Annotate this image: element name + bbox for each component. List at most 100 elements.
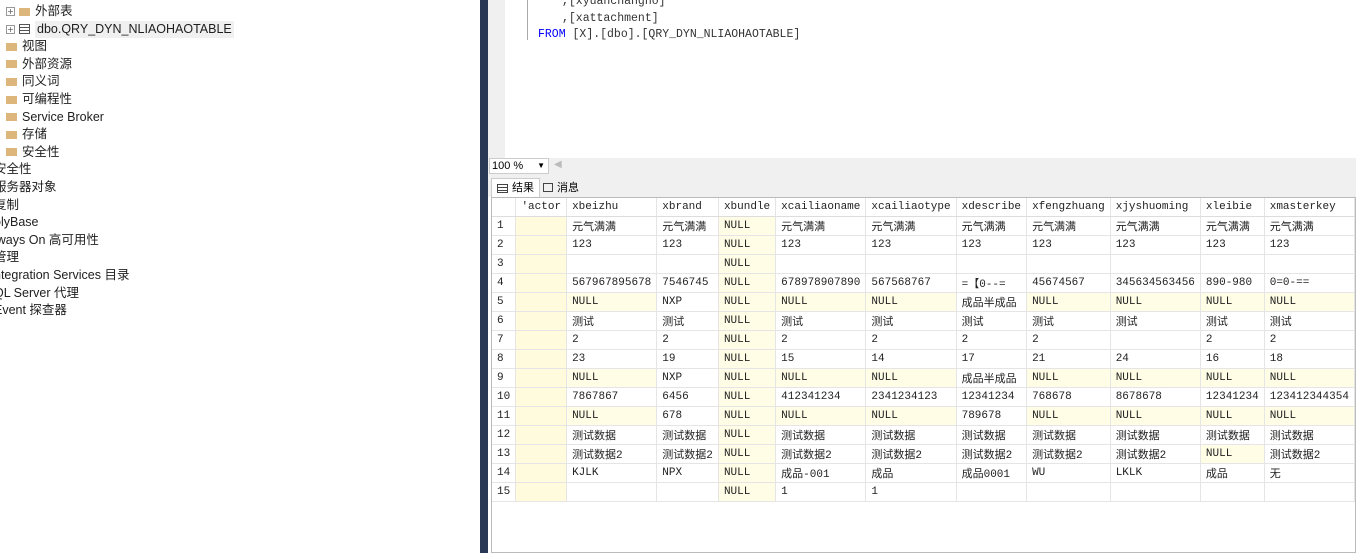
grid-cell[interactable]: NPX xyxy=(656,463,719,483)
grid-cell[interactable]: 测试 xyxy=(865,311,957,331)
grid-cell[interactable] xyxy=(656,254,719,274)
row-header-corner[interactable] xyxy=(492,198,517,217)
grid-cell[interactable]: 元气满满 xyxy=(566,216,658,236)
grid-cell[interactable]: 测试 xyxy=(1264,311,1355,331)
grid-cell[interactable]: 123 xyxy=(1026,235,1111,255)
grid-cell[interactable]: 成品0001 xyxy=(956,463,1028,483)
grid-cell[interactable]: 成品 xyxy=(1200,463,1265,483)
grid-cell[interactable]: NULL xyxy=(1264,292,1355,312)
grid-cell[interactable]: WU xyxy=(1026,463,1111,483)
grid-cell[interactable]: 测试数据2 xyxy=(656,444,719,464)
grid-cell[interactable] xyxy=(515,444,568,464)
grid-cell[interactable]: NULL xyxy=(865,292,957,312)
grid-cell[interactable]: 测试 xyxy=(1026,311,1111,331)
grid-cell[interactable]: 测试 xyxy=(566,311,658,331)
grid-cell[interactable]: 2 xyxy=(956,330,1028,350)
grid-cell[interactable] xyxy=(515,235,568,255)
grid-cell[interactable]: 测试数据2 xyxy=(865,444,957,464)
grid-cell[interactable]: 45674567 xyxy=(1026,273,1111,293)
grid-cell[interactable]: 无 xyxy=(1264,463,1355,483)
row-number[interactable]: 9 xyxy=(492,368,517,388)
tree-node[interactable]: Service Broker xyxy=(0,109,104,126)
grid-cell[interactable]: 元气满满 xyxy=(1026,216,1111,236)
grid-cell[interactable]: 23 xyxy=(566,349,658,369)
grid-cell[interactable]: 0=0-== xyxy=(1264,273,1355,293)
grid-cell[interactable]: NULL xyxy=(718,292,777,312)
grid-cell[interactable]: 2 xyxy=(865,330,957,350)
tree-node[interactable]: 服务器对象 xyxy=(0,179,57,196)
row-number[interactable]: 15 xyxy=(492,482,517,502)
grid-cell[interactable]: 测试数据 xyxy=(865,425,957,445)
grid-cell[interactable]: NULL xyxy=(1026,292,1111,312)
query-editor[interactable]: ,[xyuanchangno] ,[xattachment] FROM [X].… xyxy=(488,0,1356,158)
grid-cell[interactable]: NXP xyxy=(656,368,719,388)
row-number[interactable]: 1 xyxy=(492,216,517,236)
grid-cell[interactable]: 元气满满 xyxy=(865,216,957,236)
grid-cell[interactable]: 测试 xyxy=(956,311,1028,331)
tree-node[interactable]: 外部资源 xyxy=(0,56,72,73)
grid-cell[interactable]: KJLK xyxy=(566,463,658,483)
row-number[interactable]: 4 xyxy=(492,273,517,293)
grid-cell[interactable]: 678978907890 xyxy=(775,273,867,293)
grid-cell[interactable]: NULL xyxy=(1110,406,1201,426)
row-number[interactable]: 5 xyxy=(492,292,517,312)
column-header[interactable]: xbrand xyxy=(656,198,719,217)
column-header[interactable]: xcailiaotype xyxy=(865,198,957,217)
grid-cell[interactable]: NULL xyxy=(718,425,777,445)
grid-cell[interactable]: 测试数据 xyxy=(1200,425,1265,445)
grid-cell[interactable]: 测试数据2 xyxy=(1110,444,1201,464)
grid-cell[interactable]: NULL xyxy=(775,406,867,426)
grid-cell[interactable]: 测试数据2 xyxy=(775,444,867,464)
grid-cell[interactable]: 元气满满 xyxy=(1200,216,1265,236)
row-number[interactable]: 2 xyxy=(492,235,517,255)
grid-cell[interactable]: NULL xyxy=(1110,292,1201,312)
grid-cell[interactable]: NULL xyxy=(1110,368,1201,388)
grid-cell[interactable]: 12341234 xyxy=(956,387,1028,407)
row-number[interactable]: 10 xyxy=(492,387,517,407)
grid-cell[interactable] xyxy=(515,368,568,388)
grid-cell[interactable]: 元气满满 xyxy=(656,216,719,236)
grid-cell[interactable]: 15 xyxy=(775,349,867,369)
grid-cell[interactable]: 6456 xyxy=(656,387,719,407)
column-header[interactable]: xmasterkey xyxy=(1264,198,1355,217)
grid-cell[interactable] xyxy=(515,387,568,407)
grid-cell[interactable]: NULL xyxy=(566,406,658,426)
tree-node[interactable]: 复制 xyxy=(0,197,19,214)
grid-cell[interactable] xyxy=(1026,482,1111,502)
grid-cell[interactable]: 678 xyxy=(656,406,719,426)
grid-cell[interactable]: 测试数据2 xyxy=(566,444,658,464)
tree-node[interactable]: 可编程性 xyxy=(0,91,72,108)
grid-cell[interactable] xyxy=(515,273,568,293)
grid-cell[interactable]: 2 xyxy=(1264,330,1355,350)
grid-cell[interactable]: NULL xyxy=(718,463,777,483)
grid-cell[interactable] xyxy=(1110,330,1201,350)
grid-cell[interactable]: NULL xyxy=(775,292,867,312)
grid-cell[interactable] xyxy=(515,406,568,426)
tree-node[interactable]: 视图 xyxy=(0,38,47,55)
grid-cell[interactable]: NULL xyxy=(718,273,777,293)
grid-cell[interactable]: 768678 xyxy=(1026,387,1111,407)
tab-messages[interactable]: 消息 xyxy=(538,178,584,197)
expand-icon[interactable]: + xyxy=(6,7,15,16)
grid-cell[interactable] xyxy=(956,482,1028,502)
grid-cell[interactable] xyxy=(515,349,568,369)
column-header[interactable]: xfengzhuang xyxy=(1026,198,1111,217)
grid-cell[interactable]: 成品 xyxy=(865,463,957,483)
expand-icon[interactable]: + xyxy=(6,24,15,34)
grid-cell[interactable]: 测试 xyxy=(1200,311,1265,331)
row-number[interactable]: 6 xyxy=(492,311,517,331)
grid-cell[interactable]: 18 xyxy=(1264,349,1355,369)
grid-cell[interactable]: 24 xyxy=(1110,349,1201,369)
grid-cell[interactable] xyxy=(515,463,568,483)
grid-cell[interactable] xyxy=(515,330,568,350)
tree-node[interactable]: Event 探查器 xyxy=(0,302,67,319)
grid-cell[interactable] xyxy=(515,254,568,274)
grid-cell[interactable]: NULL xyxy=(718,444,777,464)
grid-cell[interactable]: 2 xyxy=(566,330,658,350)
column-header[interactable]: xjyshuoming xyxy=(1110,198,1201,217)
grid-cell[interactable]: NULL xyxy=(865,406,957,426)
grid-cell[interactable] xyxy=(656,482,719,502)
grid-cell[interactable]: NULL xyxy=(775,368,867,388)
tree-node[interactable]: QL Server 代理 xyxy=(0,285,79,302)
grid-cell[interactable]: 2341234123 xyxy=(865,387,957,407)
